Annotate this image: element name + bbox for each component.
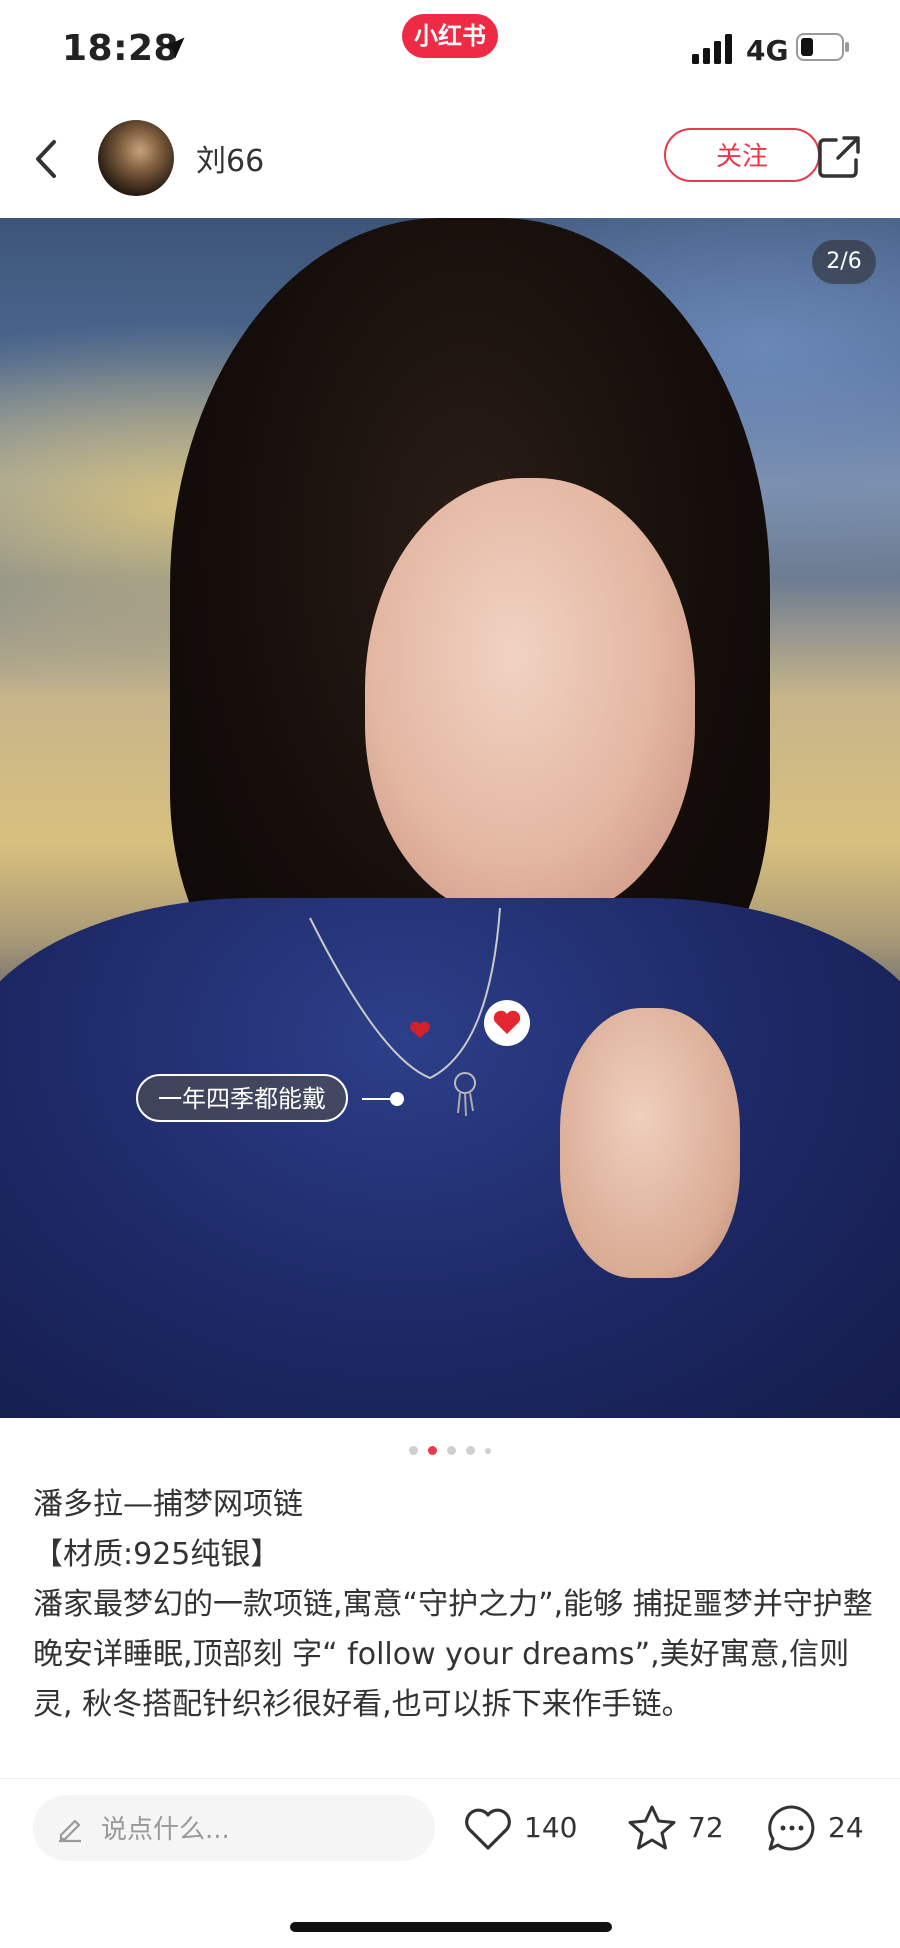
- tag-connector: [362, 1098, 392, 1100]
- page-dot: [447, 1446, 456, 1455]
- post-title: 潘多拉—捕梦网项链: [33, 1487, 303, 1522]
- page-dot: [485, 1447, 491, 1454]
- page-dot: [409, 1446, 418, 1455]
- home-indicator[interactable]: [290, 1922, 612, 1932]
- photo-face: [365, 478, 695, 918]
- like-button[interactable]: 140: [460, 1801, 580, 1857]
- app-logo: 小红书: [402, 14, 498, 58]
- star-icon: [628, 1805, 676, 1850]
- back-icon[interactable]: [30, 136, 64, 182]
- post-material: 【材质:925纯银】: [33, 1537, 281, 1572]
- note-header: 刘66 关注: [0, 100, 900, 218]
- heart-sticker: [484, 1000, 530, 1046]
- page-dot-active: [428, 1446, 437, 1455]
- comment-input[interactable]: 说点什么...: [33, 1795, 435, 1861]
- tag-dot: [390, 1092, 404, 1106]
- author-name[interactable]: 刘66: [196, 136, 264, 180]
- signal-icon: [692, 34, 732, 64]
- heart-icon: [493, 1010, 521, 1034]
- product-tag[interactable]: 一年四季都能戴: [136, 1074, 348, 1122]
- bottom-action-bar: 说点什么... 140 72 24: [0, 1778, 900, 1889]
- share-icon[interactable]: [816, 134, 862, 180]
- follow-button[interactable]: 关注: [664, 128, 820, 182]
- comment-placeholder: 说点什么...: [101, 1815, 230, 1845]
- author-avatar[interactable]: [98, 120, 174, 196]
- collect-count: 72: [688, 1811, 724, 1844]
- network-type: 4G: [746, 34, 789, 67]
- location-arrow-icon: [163, 37, 185, 59]
- image-counter: 2/6: [812, 240, 876, 284]
- comment-icon: [768, 1805, 815, 1851]
- pagination-dots: [0, 1440, 900, 1455]
- post-description: 潘家最梦幻的一款项链,寓意“守护之力”,能够 捕捉噩梦并守护整晚安详睡眠,顶部刻…: [33, 1587, 873, 1722]
- page-dot: [466, 1446, 475, 1455]
- battery-icon: [796, 33, 849, 61]
- photo-hand: [560, 1008, 740, 1278]
- comment-button[interactable]: 24: [764, 1801, 874, 1857]
- comment-count: 24: [828, 1811, 864, 1844]
- pen-icon: [59, 1819, 81, 1843]
- status-bar: 18:28 小红书 4G: [0, 0, 900, 100]
- post-content: 潘多拉—捕梦网项链 【材质:925纯银】 潘家最梦幻的一款项链,寓意“守护之力”…: [33, 1480, 873, 1730]
- like-count: 140: [524, 1811, 578, 1844]
- collect-button[interactable]: 72: [624, 1801, 734, 1857]
- post-photo[interactable]: 2/6 一年四季都能戴: [0, 218, 900, 1418]
- heart-outline-icon: [465, 1808, 511, 1850]
